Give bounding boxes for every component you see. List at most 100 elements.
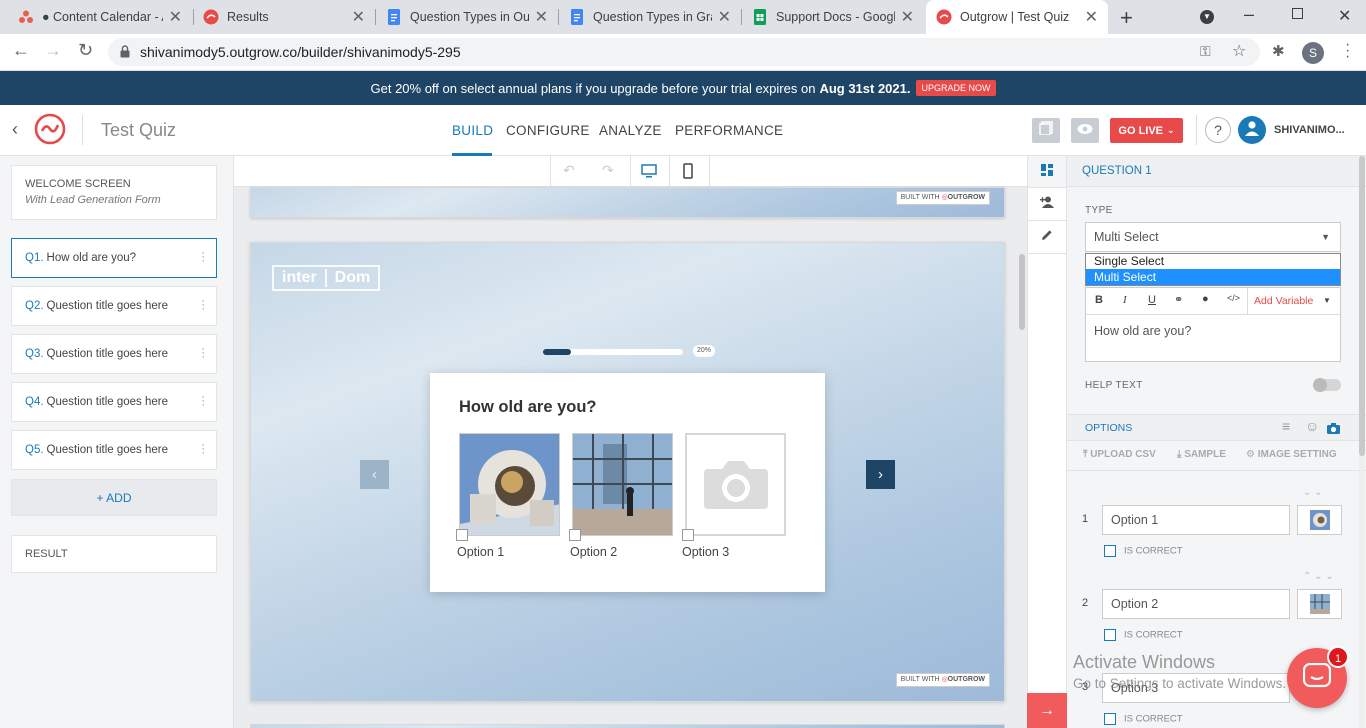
option-2-thumb[interactable] [1297,589,1342,619]
link-icon[interactable]: ⚭ [1174,293,1183,306]
camera-icon[interactable] [1327,421,1340,439]
canvas-scrollbar[interactable] [1019,254,1025,330]
close-tab-icon[interactable]: ✕ [352,7,365,27]
rail-tab-design[interactable] [1028,221,1066,253]
panel-scrollbar[interactable] [1359,156,1365,456]
quiz-title[interactable]: Test Quiz [101,120,176,141]
list-view-icon[interactable]: ≡ [1282,418,1290,434]
question-text-input[interactable]: How old are you? [1094,324,1191,338]
more-vertical-icon[interactable]: · · · [201,296,205,315]
tab-search-icon[interactable]: ▼ [1200,10,1214,24]
more-vertical-icon[interactable]: · · · [201,344,205,363]
reload-icon[interactable]: ↻ [78,40,93,61]
code-icon[interactable]: </> [1227,293,1240,303]
option-3-label[interactable]: Option 3 [682,545,729,559]
question-item-1[interactable]: Q1. How old are you? · · · [11,238,217,278]
underline-icon[interactable]: U [1148,294,1156,306]
close-tab-icon[interactable]: ✕ [1085,7,1098,27]
next-question-button[interactable]: › [866,460,895,489]
close-tab-icon[interactable]: ✕ [718,7,731,27]
question-item-3[interactable]: Q3. Question title goes here · · · [11,334,217,374]
option-2-is-correct[interactable]: IS CORRECT [1104,629,1183,641]
is-correct-checkbox[interactable] [1104,713,1116,725]
is-correct-checkbox[interactable] [1104,545,1116,557]
extensions-icon[interactable]: ✱ [1272,42,1285,60]
templates-button[interactable] [1032,118,1060,143]
reorder-arrows-icon[interactable]: ⌄ ⌄ [1303,487,1323,498]
add-question-button[interactable]: + ADD [11,479,217,516]
welcome-screen-card[interactable]: WELCOME SCREEN With Lead Generation Form [11,165,217,220]
close-tab-icon[interactable]: ✕ [901,7,914,27]
forward-arrow-icon[interactable]: → [44,40,62,61]
add-variable-button[interactable]: Add Variable [1254,295,1313,307]
nav-performance[interactable]: PERFORMANCE [675,123,783,138]
question-heading[interactable]: How old are you? [459,398,597,417]
rail-tab-lead[interactable] [1028,188,1066,220]
address-bar[interactable]: shivanimody5.outgrow.co/builder/shivanim… [108,38,1260,66]
help-button[interactable]: ? [1205,117,1231,143]
option-1-checkbox[interactable] [456,529,468,541]
more-vertical-icon[interactable]: · · · [201,248,205,267]
browser-menu-icon[interactable]: · · · [1345,37,1350,65]
option-1-is-correct[interactable]: IS CORRECT [1104,545,1183,557]
back-chevron-icon[interactable]: ‹ [12,119,18,140]
new-tab-icon[interactable]: + [1120,5,1133,31]
option-2-checkbox[interactable] [569,529,581,541]
next-slide[interactable] [250,724,1005,728]
outgrow-logo-icon[interactable] [34,113,66,145]
collapse-panel-button[interactable]: → [1027,693,1067,728]
bookmark-star-icon[interactable]: ☆ [1232,41,1246,61]
dropdown-option-single-select[interactable]: Single Select [1086,254,1340,269]
question-slide[interactable]: inter Dom 20% ‹ › How old are you? Optio… [250,242,1005,702]
option-1-label[interactable]: Option 1 [457,545,504,559]
option-2-input[interactable]: Option 2 [1102,589,1290,619]
minimize-icon[interactable]: – [1244,4,1254,25]
nav-analyze[interactable]: ANALYZE [599,123,662,138]
color-drop-icon[interactable]: ● [1202,293,1209,305]
previous-slide[interactable]: BUILT WITH ◎OUTGROW [250,187,1005,218]
option-3-checkbox[interactable] [682,529,694,541]
preview-button[interactable] [1071,118,1099,143]
italic-icon[interactable]: I [1123,294,1127,306]
more-vertical-icon[interactable]: · · · [201,440,205,459]
help-text-toggle[interactable] [1313,378,1341,392]
back-arrow-icon[interactable]: ← [12,40,30,61]
user-name[interactable]: SHIVANIMO... [1274,124,1345,136]
option-2-image[interactable] [572,433,673,536]
option-1-thumb[interactable] [1297,505,1342,535]
more-vertical-icon[interactable]: · · · [201,392,205,411]
is-correct-checkbox[interactable] [1104,629,1116,641]
mobile-view-icon[interactable] [683,163,693,184]
tab-content-calendar[interactable]: ● Content Calendar - A ✕ [8,0,192,34]
dropdown-option-multi-select[interactable]: Multi Select [1086,269,1340,285]
upgrade-now-button[interactable]: UPGRADE NOW [916,80,996,96]
profile-avatar[interactable]: S [1302,42,1324,64]
close-window-icon[interactable]: ✕ [1338,6,1351,26]
tab-outgrow-test-quiz[interactable]: Outgrow | Test Quiz ✕ [926,0,1108,34]
question-item-5[interactable]: Q5. Question title goes here · · · [11,430,217,470]
tab-results[interactable]: Results ✕ [193,0,375,34]
nav-build[interactable]: BUILD [452,123,493,138]
close-tab-icon[interactable]: ✕ [169,7,182,27]
option-2-label[interactable]: Option 2 [570,545,617,559]
question-item-2[interactable]: Q2. Question title goes here · · · [11,286,217,326]
nav-configure[interactable]: CONFIGURE [506,123,590,138]
user-avatar[interactable] [1238,116,1266,144]
undo-icon[interactable]: ↶ [563,162,575,179]
go-live-button[interactable]: GO LIVE ⌄ [1110,118,1183,143]
result-card[interactable]: RESULT [11,535,217,573]
prev-question-button[interactable]: ‹ [360,460,389,489]
upload-csv-button[interactable]: ⤒ UPLOAD CSV [1083,449,1156,460]
key-icon[interactable]: ⚿ [1200,43,1211,60]
tab-question-types-2[interactable]: Question Types in Gra ✕ [559,0,741,34]
redo-icon[interactable]: ↷ [602,162,614,179]
restore-icon[interactable] [1292,8,1303,19]
option-1-image[interactable] [459,433,560,536]
image-setting-button[interactable]: ⚙ IMAGE SETTING [1246,449,1337,460]
tab-support-docs[interactable]: Support Docs - Googl ✕ [742,0,924,34]
type-select[interactable]: Multi Select ▼ [1085,222,1341,252]
option-3-image[interactable] [685,433,786,536]
bold-icon[interactable]: B [1095,294,1103,306]
sample-button[interactable]: ⤓ SAMPLE [1177,449,1226,460]
question-item-4[interactable]: Q4. Question title goes here · · · [11,382,217,422]
